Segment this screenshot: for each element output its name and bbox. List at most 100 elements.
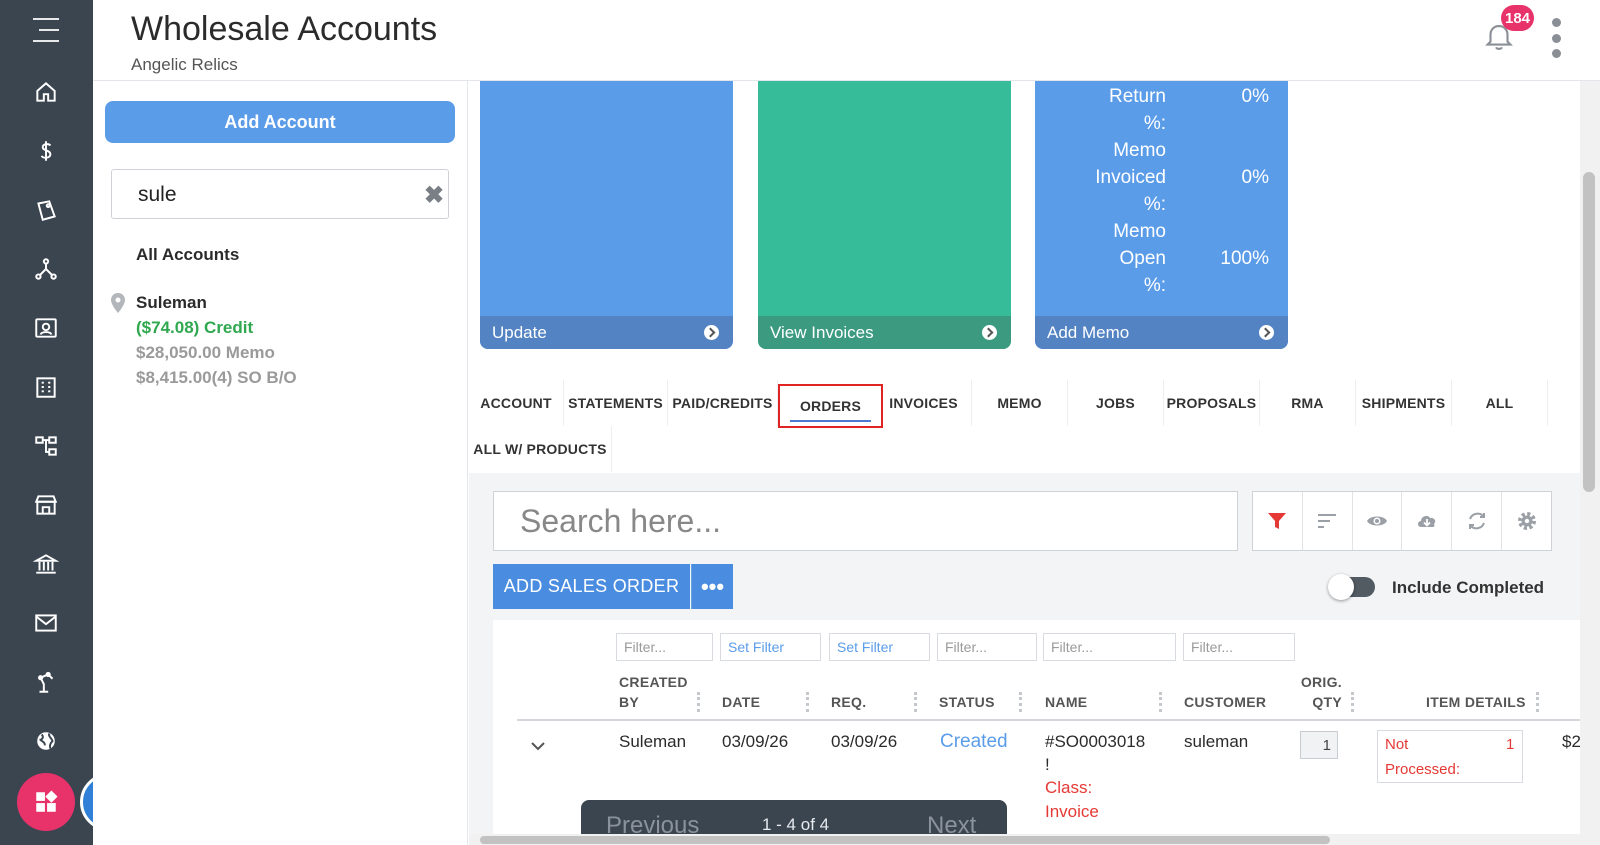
notification-badge: 184 [1501,5,1535,31]
view-invoices-label: View Invoices [770,322,874,342]
view-invoices-footer[interactable]: View Invoices [758,316,1011,349]
expand-row-icon[interactable] [530,738,546,756]
network-icon[interactable] [28,251,64,287]
cell-qty: 1 [1300,731,1338,759]
building-icon[interactable] [28,369,64,405]
add-sales-order-button[interactable]: ADD SALES ORDER [493,564,690,609]
account-credit: ($74.08) Credit [136,318,254,337]
page-count: 1 - 4 of 4 [762,815,830,834]
page-title: Wholesale Accounts [131,10,438,48]
home-icon[interactable] [28,74,64,110]
invoices-card: View Invoices [758,81,1011,349]
filter-icon [1268,513,1287,529]
arrow-right-icon [982,325,997,340]
filter-created-by[interactable]: Filter... [616,633,713,661]
cell-req: 03/09/26 [831,732,898,751]
refresh-icon [1468,512,1485,530]
store-icon[interactable] [28,487,64,523]
apps-button[interactable] [17,773,75,831]
return-pct-label: Return [1108,86,1166,107]
tab-all[interactable]: ALL [1452,380,1548,426]
grid-toolbar [1252,491,1552,551]
filter-date[interactable]: Set Filter [720,633,821,661]
memo-invoiced-label-3: %: [1143,194,1166,215]
gear-icon [1517,512,1536,530]
cell-customer: suleman [1184,732,1249,751]
page-subtitle: Angelic Relics [131,55,238,74]
menu-icon[interactable] [28,12,64,48]
memo-open-label-2: Open [1119,248,1166,269]
memo-open-value: 100% [1220,248,1269,269]
tag-icon[interactable] [28,192,64,228]
vertical-scroll-thumb[interactable] [1583,172,1595,492]
sort-button[interactable] [1303,492,1353,550]
add-memo-footer[interactable]: Add Memo [1035,316,1288,349]
clear-search-icon[interactable]: ✖ [424,181,444,210]
memo-card: Return %: 0% Memo Invoiced %: 0% Memo Op… [1035,81,1288,349]
refresh-button[interactable] [1452,492,1503,550]
globe-icon[interactable] [28,723,64,759]
add-account-button[interactable]: Add Account [105,101,455,143]
tab-jobs[interactable]: JOBS [1068,380,1164,426]
toggle-knob [1328,574,1354,600]
download-button[interactable] [1402,492,1453,550]
nav-rail [0,0,93,845]
header-divider [517,719,1581,721]
mail-icon[interactable] [28,605,64,641]
tab-orders[interactable]: ORDERS [778,384,883,428]
col-date[interactable]: DATE [722,692,760,712]
col-customer[interactable]: CUSTOMER [1184,692,1266,712]
col-req[interactable]: REQ. [831,692,866,712]
col-item-details[interactable]: ITEM DETAILS [1426,692,1526,712]
add-memo-label: Add Memo [1047,322,1130,342]
filter-name[interactable]: Filter... [1043,633,1176,661]
tab-paid-credits[interactable]: PAID/CREDITS [668,380,778,426]
filter-button[interactable] [1253,492,1303,550]
include-completed-label: Include Completed [1392,578,1545,597]
tab-account[interactable]: ACCOUNT [469,380,564,426]
col-created-by[interactable]: CREATED BY [619,672,688,712]
account-search-value: sule [138,183,177,206]
account-memo: $28,050.00 Memo [136,343,275,362]
hierarchy-icon[interactable] [28,428,64,464]
apps-grid-icon [36,790,58,812]
cell-created-by: Suleman [619,732,687,751]
location-pin-icon [110,292,126,319]
cell-amount-partial: $2 [1562,732,1581,751]
dollar-icon[interactable] [28,133,64,169]
update-card: Update [480,81,733,349]
cell-class-label: Class: [1045,778,1093,797]
tab-rma[interactable]: RMA [1260,380,1356,426]
filter-req[interactable]: Set Filter [829,633,930,661]
tab-all-with-products[interactable]: ALL W/ PRODUCTS [469,426,612,472]
col-name[interactable]: NAME [1045,692,1087,712]
contact-card-icon[interactable] [28,310,64,346]
memo-open-label-3: %: [1143,275,1166,296]
settings-button[interactable] [1502,492,1551,550]
tab-invoices[interactable]: INVOICES [876,380,972,426]
account-so-bo: $8,415.00(4) SO B/O [136,368,297,387]
cell-status[interactable]: Created [940,731,1008,753]
memo-invoiced-label: Memo [1113,140,1166,161]
update-label: Update [492,322,547,342]
account-name[interactable]: Suleman [136,293,207,313]
tab-memo[interactable]: MEMO [972,380,1068,426]
tab-proposals[interactable]: PROPOSALS [1164,380,1260,426]
filter-status[interactable]: Filter... [937,633,1037,661]
more-options-icon[interactable] [1550,18,1562,58]
tab-shipments[interactable]: SHIPMENTS [1356,380,1452,426]
robot-arm-icon[interactable] [28,664,64,700]
bank-icon[interactable] [28,546,64,582]
view-button[interactable] [1353,492,1403,550]
tab-statements[interactable]: STATEMENTS [564,380,668,426]
cell-order-number[interactable]: #SO0003018 [1045,732,1145,752]
col-status[interactable]: STATUS [939,692,995,712]
all-accounts-link[interactable]: All Accounts [136,245,239,265]
horizontal-scroll-thumb[interactable] [480,836,1330,844]
cloud-download-icon [1417,515,1436,527]
sales-order-more-button[interactable]: ••• [691,564,733,609]
col-orig-qty[interactable]: ORIG. QTY [1300,672,1342,712]
arrow-right-icon [1259,325,1274,340]
filter-customer[interactable]: Filter... [1183,633,1295,661]
update-card-footer[interactable]: Update [480,316,733,349]
